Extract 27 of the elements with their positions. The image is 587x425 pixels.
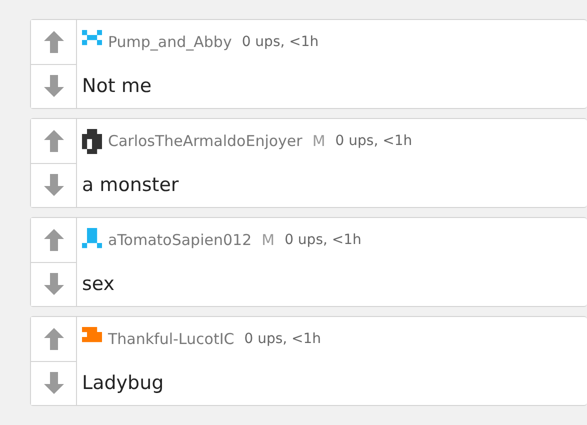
comment-meta: 0 ups, <1h (284, 232, 362, 248)
username-link[interactable]: Pump_and_Abby (108, 33, 232, 51)
upvote-arrow-icon (44, 30, 64, 53)
upvote-arrow-icon (44, 228, 64, 251)
downvote-arrow-icon (44, 273, 64, 296)
comment-text: Ladybug (82, 371, 165, 396)
upvote-arrow-icon (44, 328, 64, 350)
comment-text: sex (82, 272, 116, 297)
gender-label: M (312, 132, 326, 150)
comment-meta: 0 ups, <1h (244, 331, 322, 347)
downvote-button[interactable] (31, 64, 76, 108)
comment-text: a monster (82, 173, 180, 198)
downvote-arrow-icon (44, 75, 64, 98)
comment-meta: 0 ups, <1h (335, 133, 412, 149)
avatar-icon[interactable] (82, 128, 102, 154)
comment-text: Not me (82, 74, 153, 99)
downvote-button[interactable] (31, 360, 76, 405)
comment-meta: 0 ups, <1h (242, 34, 319, 50)
username-link[interactable]: aTomatoSapien012 (108, 231, 252, 249)
username-link[interactable]: CarlosTheArmaldoEnjoyer (108, 132, 302, 150)
downvote-button[interactable] (31, 162, 76, 207)
downvote-button[interactable] (31, 262, 76, 306)
gender-label: M (262, 231, 275, 249)
downvote-arrow-icon (44, 372, 64, 394)
upvote-arrow-icon (44, 130, 64, 152)
username-link[interactable]: Thankful-LucotIC (108, 330, 234, 348)
downvote-arrow-icon (44, 174, 64, 196)
